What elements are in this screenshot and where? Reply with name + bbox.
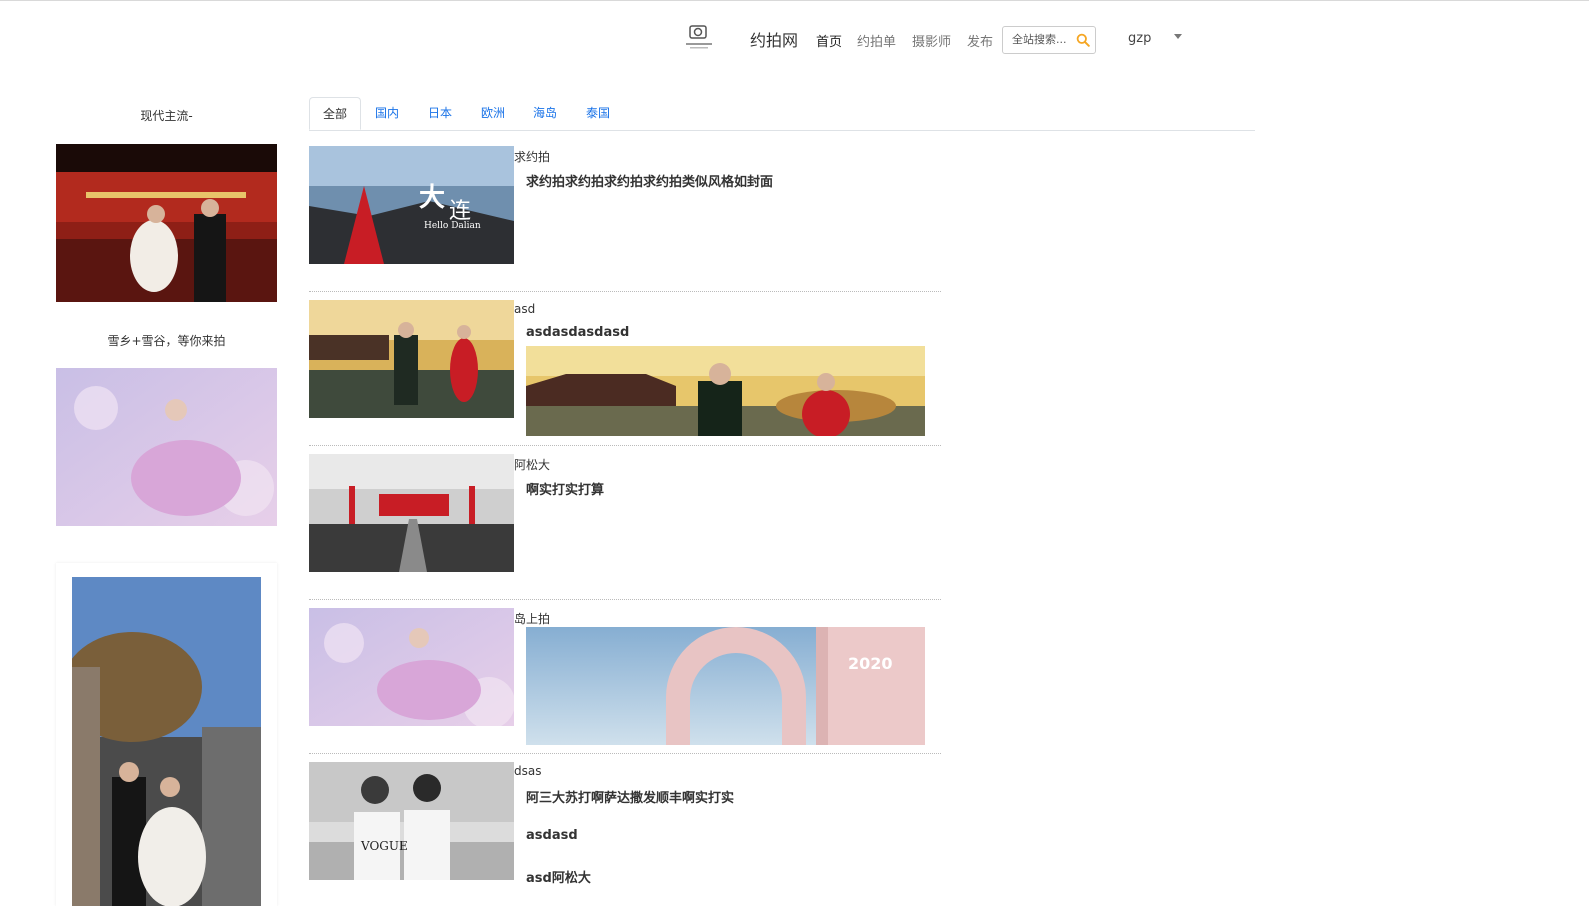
post-category: asd bbox=[514, 302, 536, 316]
post-thumbnail[interactable] bbox=[309, 300, 514, 418]
divider bbox=[309, 599, 941, 600]
tab-domestic[interactable]: 国内 bbox=[367, 97, 407, 130]
post-category: 阿松大 bbox=[514, 458, 551, 472]
post-category: dsas bbox=[514, 764, 542, 778]
nav-home[interactable]: 首页 bbox=[816, 31, 842, 50]
nav-photographers[interactable]: 摄影师 bbox=[912, 31, 951, 50]
tab-europe[interactable]: 欧洲 bbox=[473, 97, 513, 130]
post-item[interactable]: 大 连 Hello Dalian 求约拍 求约拍求约拍求约拍求约拍类似风格如封面 bbox=[309, 146, 941, 291]
sidebar-image-1[interactable] bbox=[56, 144, 277, 302]
sidebar-title-2[interactable]: 雪乡+雪谷，等你来拍 bbox=[56, 332, 277, 349]
svg-text:Hello Dalian: Hello Dalian bbox=[424, 221, 481, 231]
post-item[interactable]: 阿松大 啊实打实打算 bbox=[309, 454, 941, 599]
search-box bbox=[1002, 26, 1096, 54]
divider bbox=[309, 445, 941, 446]
tab-japan[interactable]: 日本 bbox=[420, 97, 460, 130]
site-brand[interactable]: 约拍网 bbox=[750, 27, 798, 51]
nav-publish[interactable]: 发布 bbox=[967, 31, 993, 50]
tab-thailand[interactable]: 泰国 bbox=[578, 97, 618, 130]
post-item[interactable]: VOGUE dsas 阿三大苏打啊萨达撒发顺丰啊实打实 asdasd asd阿松… bbox=[309, 762, 941, 906]
post-banner-image[interactable]: 2020 bbox=[526, 627, 925, 745]
post-banner-image[interactable] bbox=[526, 346, 925, 436]
tab-island[interactable]: 海岛 bbox=[525, 97, 565, 130]
sidebar-image-3[interactable] bbox=[72, 577, 261, 906]
tab-all[interactable]: 全部 bbox=[309, 97, 361, 130]
post-item[interactable]: asd asdasdasdasd bbox=[309, 300, 941, 445]
post-category: 岛上拍 bbox=[514, 612, 551, 626]
search-input[interactable] bbox=[1003, 27, 1078, 51]
sidebar-title-1[interactable]: 现代主流- bbox=[56, 107, 277, 124]
post-body-line: asd阿松大 bbox=[526, 871, 591, 886]
post-title[interactable]: 阿三大苏打啊萨达撒发顺丰啊实打实 bbox=[526, 787, 734, 806]
post-item[interactable]: 岛上拍 2020 bbox=[309, 608, 941, 753]
logo[interactable] bbox=[682, 23, 716, 51]
nav-orders[interactable]: 约拍单 bbox=[857, 31, 896, 50]
search-icon[interactable] bbox=[1076, 33, 1090, 47]
sidebar-image-2[interactable] bbox=[56, 368, 277, 526]
user-menu[interactable]: gzp bbox=[1128, 31, 1151, 46]
post-thumbnail[interactable]: VOGUE bbox=[309, 762, 514, 880]
category-tabs: 全部 国内 日本 欧洲 海岛 泰国 bbox=[309, 97, 1255, 131]
post-thumbnail[interactable] bbox=[309, 608, 514, 726]
post-thumbnail[interactable]: 大 连 Hello Dalian bbox=[309, 146, 514, 264]
post-title[interactable]: 求约拍求约拍求约拍求约拍类似风格如封面 bbox=[526, 171, 773, 190]
post-title[interactable]: 啊实打实打算 bbox=[526, 479, 604, 498]
divider bbox=[309, 753, 941, 754]
svg-text:2020: 2020 bbox=[848, 654, 893, 673]
chevron-down-icon[interactable] bbox=[1174, 34, 1182, 39]
post-body-line: asdasd bbox=[526, 828, 578, 843]
svg-text:大: 大 bbox=[419, 183, 445, 213]
divider bbox=[309, 291, 941, 292]
post-category: 求约拍 bbox=[514, 150, 551, 164]
post-title[interactable]: asdasdasdasd bbox=[526, 325, 629, 340]
sidebar-card-3 bbox=[56, 563, 277, 906]
svg-text:VOGUE: VOGUE bbox=[360, 839, 408, 853]
post-thumbnail[interactable] bbox=[309, 454, 514, 572]
camera-icon bbox=[686, 25, 712, 49]
